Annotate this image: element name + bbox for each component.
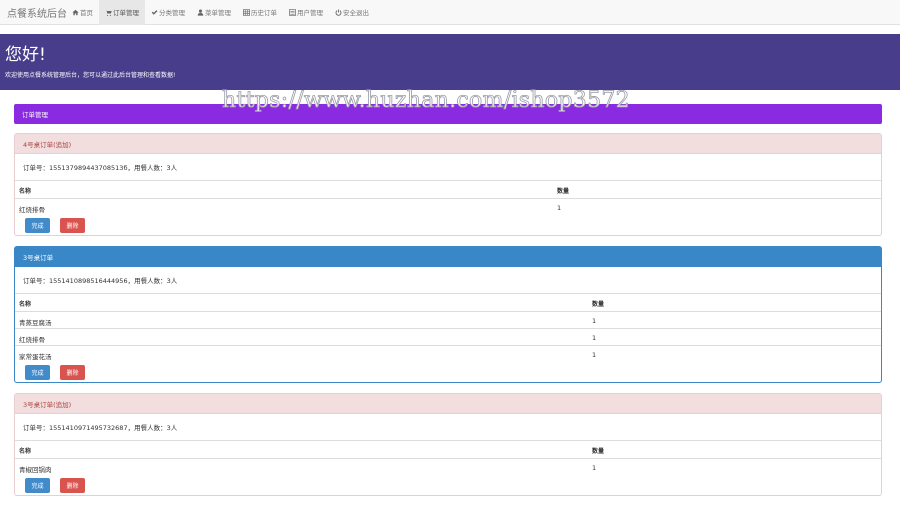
order-items-table: 名称 数量 青椒回锅肉 1 [15, 441, 881, 475]
order-panel: 3号桌订单 订单号：1551410898516444956，用餐人数：3人 名称… [14, 246, 882, 383]
order-panel: 3号桌订单(追加) 订单号：1551410971495732687，用餐人数：3… [14, 393, 882, 496]
nav-item-history[interactable]: 历史订单 [237, 0, 283, 25]
complete-button[interactable]: 完成 [25, 477, 50, 493]
grid-icon [243, 8, 250, 16]
column-qty-header: 数量 [557, 188, 570, 195]
nav-item-label: 用户管理 [297, 9, 323, 17]
item-qty: 1 [592, 334, 597, 342]
top-navbar: 点餐系统后台 首页 订单管理 分类管理 菜单管理 历史订单 用户管理 安全退出 [0, 0, 900, 25]
check-icon [151, 9, 158, 15]
welcome-title: 您好! [5, 45, 46, 65]
complete-button[interactable]: 完成 [25, 217, 50, 233]
order-title: 3号桌订单 [15, 247, 881, 267]
item-name: 青椒回锅肉 [19, 466, 52, 474]
nav-menu: 首页 订单管理 分类管理 菜单管理 历史订单 用户管理 安全退出 [66, 0, 375, 25]
nav-item-label: 首页 [80, 9, 93, 17]
item-name: 红烧排骨 [19, 336, 45, 344]
nav-item-categories[interactable]: 分类管理 [145, 0, 191, 25]
column-name-header: 名称 [19, 301, 32, 308]
delete-button[interactable]: 删除 [60, 217, 85, 233]
list-icon [289, 8, 296, 16]
order-items-table: 名称 数量 青蒸豆腐汤 1 红烧排骨 1 家常蛋花汤 1 [15, 294, 881, 362]
table-header-row: 名称 数量 [15, 294, 881, 311]
table-row: 青蒸豆腐汤 1 [15, 311, 881, 328]
column-name-header: 名称 [19, 188, 32, 195]
order-panel: 4号桌订单(追加) 订单号：155137989443708513б，用餐人数：3… [14, 133, 882, 236]
column-name-header: 名称 [19, 448, 32, 455]
delete-button[interactable]: 删除 [60, 364, 85, 380]
url-watermark: https://www.huzhan.com/ishop3572 [222, 88, 630, 114]
delete-button[interactable]: 删除 [60, 477, 85, 493]
column-qty-header: 数量 [592, 301, 605, 308]
nav-item-logout[interactable]: 安全退出 [329, 0, 375, 25]
order-title: 4号桌订单(追加) [15, 134, 881, 154]
user-icon [197, 9, 204, 16]
order-actions: 完成 删除 [15, 215, 881, 235]
nav-item-label: 安全退出 [343, 9, 369, 17]
nav-item-label: 订单管理 [113, 9, 139, 17]
order-info: 订单号：1551410898516444956，用餐人数：3人 [15, 267, 881, 294]
item-name: 红烧排骨 [19, 206, 45, 214]
table-row: 青椒回锅肉 1 [15, 458, 881, 475]
item-qty: 1 [592, 464, 597, 472]
item-qty: 1 [592, 351, 597, 359]
nav-item-orders[interactable]: 订单管理 [99, 0, 145, 25]
order-actions: 完成 删除 [15, 475, 881, 495]
cart-icon [105, 9, 112, 16]
welcome-banner: 您好! 欢迎使用点餐系统管理后台，您可以通过此后台管理和查看数据! [0, 34, 900, 90]
order-info: 订单号：1551410971495732687，用餐人数：3人 [15, 414, 881, 441]
nav-item-label: 菜单管理 [205, 9, 231, 17]
column-qty-header: 数量 [592, 448, 605, 455]
nav-item-label: 历史订单 [251, 9, 277, 17]
home-icon [72, 9, 79, 15]
nav-item-users[interactable]: 用户管理 [283, 0, 329, 25]
brand-title[interactable]: 点餐系统后台 [0, 5, 67, 20]
item-name: 青蒸豆腐汤 [19, 319, 52, 327]
complete-button[interactable]: 完成 [25, 364, 50, 380]
table-row: 红烧排骨 1 [15, 198, 881, 215]
order-actions: 完成 删除 [15, 362, 881, 382]
order-items-table: 名称 数量 红烧排骨 1 [15, 181, 881, 215]
table-row: 红烧排骨 1 [15, 328, 881, 345]
welcome-subtitle: 欢迎使用点餐系统管理后台，您可以通过此后台管理和查看数据! [5, 72, 176, 79]
table-header-row: 名称 数量 [15, 441, 881, 458]
item-qty: 1 [592, 317, 597, 325]
table-header-row: 名称 数量 [15, 181, 881, 198]
power-icon [335, 9, 342, 16]
nav-item-menu[interactable]: 菜单管理 [191, 0, 237, 25]
order-title: 3号桌订单(追加) [15, 394, 881, 414]
order-info: 订单号：155137989443708513б，用餐人数：3人 [15, 154, 881, 181]
table-row: 家常蛋花汤 1 [15, 345, 881, 362]
item-name: 家常蛋花汤 [19, 353, 52, 361]
nav-item-label: 分类管理 [159, 9, 185, 17]
item-qty: 1 [557, 204, 562, 212]
nav-item-home[interactable]: 首页 [66, 0, 99, 25]
